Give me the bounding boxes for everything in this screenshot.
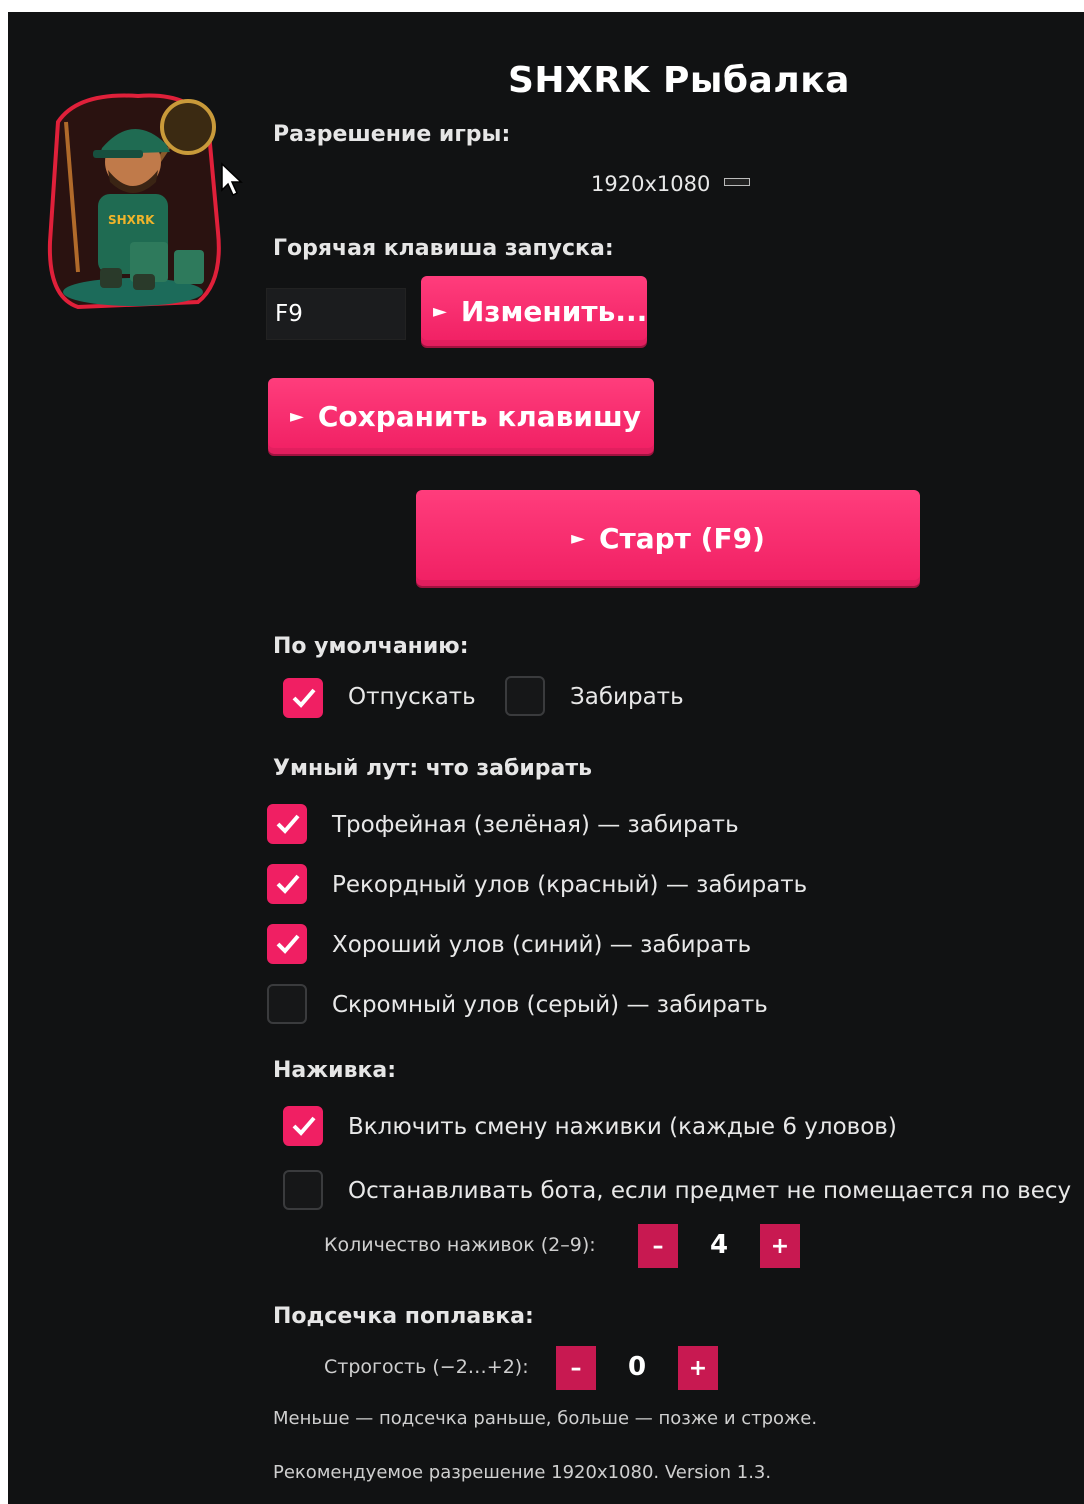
- loot-trophy-label: Трофейная (зелёная) — забирать: [332, 812, 739, 838]
- hook-hint: Меньше — подсечка раньше, больше — позже…: [273, 1408, 818, 1429]
- check-icon: [292, 688, 316, 708]
- defaults-release-checkbox[interactable]: [283, 678, 323, 718]
- defaults-take-checkbox[interactable]: [505, 676, 545, 716]
- change-hotkey-label: Изменить...: [460, 294, 647, 328]
- check-icon: [276, 874, 300, 894]
- svg-text:SHXRK: SHXRK: [108, 213, 155, 227]
- bait-switch-label: Включить смену наживки (каждые 6 уловов): [348, 1114, 897, 1140]
- defaults-label: По умолчанию:: [273, 634, 469, 659]
- loot-modest-checkbox[interactable]: [267, 984, 307, 1024]
- strictness-value: 0: [627, 1352, 647, 1382]
- check-icon: [276, 934, 300, 954]
- footer-text: Рекомендуемое разрешение 1920x1080. Vers…: [273, 1462, 772, 1483]
- bait-count-value: 4: [709, 1230, 729, 1260]
- resolution-dropdown-icon[interactable]: [724, 178, 750, 186]
- defaults-release-label: Отпускать: [348, 684, 476, 710]
- bait-label: Наживка:: [273, 1058, 397, 1083]
- loot-record-checkbox[interactable]: [267, 864, 307, 904]
- resolution-label: Разрешение игры:: [273, 122, 511, 147]
- logo-image: SHXRK: [38, 82, 228, 322]
- hook-label: Подсечка поплавка:: [273, 1304, 534, 1329]
- app-window: SHXRK SHXRK Рыбалка Разрешение игры: 192…: [8, 12, 1084, 1504]
- strictness-label: Строгость (−2…+2):: [324, 1356, 529, 1378]
- bait-count-minus-button[interactable]: –: [638, 1224, 678, 1268]
- bait-stop-label: Останавливать бота, если предмет не поме…: [348, 1178, 1072, 1204]
- defaults-take-label: Забирать: [570, 684, 684, 710]
- check-icon: [276, 814, 300, 834]
- hotkey-field[interactable]: F9: [266, 288, 406, 340]
- resolution-value[interactable]: 1920x1080: [591, 172, 710, 196]
- strictness-minus-button[interactable]: –: [556, 1346, 596, 1390]
- play-triangle-icon: ►: [290, 405, 304, 427]
- bait-count-label: Количество наживок (2–9):: [324, 1234, 596, 1256]
- loot-good-label: Хороший улов (синий) — забирать: [332, 932, 752, 958]
- bait-switch-checkbox[interactable]: [283, 1106, 323, 1146]
- loot-modest-label: Скромный улов (серый) — забирать: [332, 992, 768, 1018]
- save-hotkey-label: Сохранить клавишу: [317, 399, 642, 433]
- loot-record-label: Рекордный улов (красный) — забирать: [332, 872, 808, 898]
- start-label: Старт (F9): [598, 521, 765, 555]
- loot-trophy-checkbox[interactable]: [267, 804, 307, 844]
- save-hotkey-button[interactable]: ► Сохранить клавишу: [268, 378, 654, 454]
- play-triangle-icon: ►: [571, 527, 585, 549]
- start-button[interactable]: ► Старт (F9): [416, 490, 920, 586]
- change-hotkey-button[interactable]: ► Изменить...: [421, 276, 647, 346]
- mouse-cursor-icon: [220, 162, 246, 202]
- play-triangle-icon: ►: [433, 300, 447, 322]
- bait-count-plus-button[interactable]: +: [760, 1224, 800, 1268]
- app-title: SHXRK Рыбалка: [508, 60, 850, 101]
- hotkey-label: Горячая клавиша запуска:: [273, 236, 614, 261]
- check-icon: [292, 1116, 316, 1136]
- bait-stop-checkbox[interactable]: [283, 1170, 323, 1210]
- smart-loot-label: Умный лут: что забирать: [273, 756, 593, 781]
- strictness-plus-button[interactable]: +: [678, 1346, 718, 1390]
- loot-good-checkbox[interactable]: [267, 924, 307, 964]
